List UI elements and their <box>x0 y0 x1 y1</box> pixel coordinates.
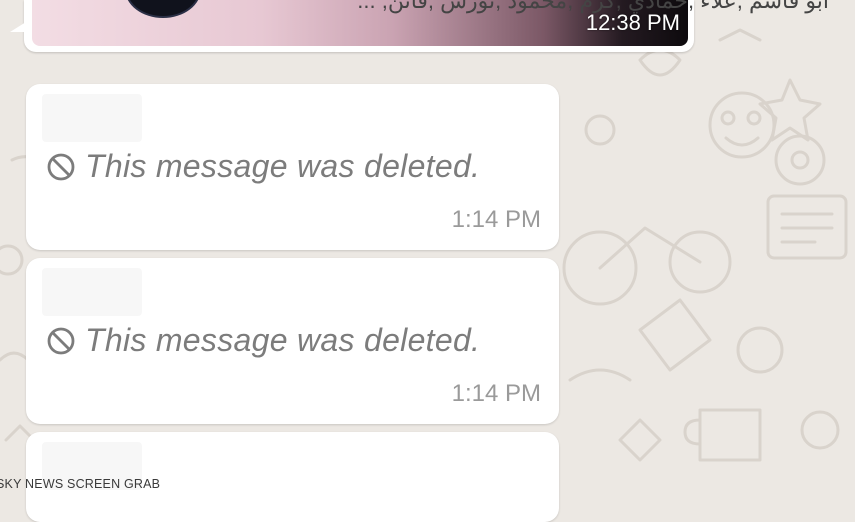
deleted-message-text: This message was deleted. <box>85 322 481 358</box>
message-timestamp: 1:14 PM <box>451 380 541 407</box>
group-participants[interactable]: ... ,أبو قاسم ,علاء ,حمادي ,كرم ,محمود ,… <box>357 0 829 14</box>
deleted-message-text: This message was deleted. <box>85 148 481 184</box>
redacted-sender-name <box>42 268 142 316</box>
deleted-message-row: This message was deleted. <box>46 148 480 185</box>
ban-icon <box>47 153 75 180</box>
deleted-message-bubble[interactable]: This message was deleted. 1:14 PM <box>26 258 559 424</box>
bubble-tail <box>10 22 26 32</box>
redacted-sender-name <box>42 94 142 142</box>
ban-icon <box>47 327 75 354</box>
deleted-message-bubble[interactable]: This message was deleted. 1:14 PM <box>26 84 559 250</box>
group-avatar[interactable] <box>125 0 201 18</box>
message-timestamp: 1:14 PM <box>451 206 541 233</box>
watermark: SKY NEWS SCREEN GRAB <box>0 477 161 491</box>
deleted-message-row: This message was deleted. <box>46 322 480 359</box>
